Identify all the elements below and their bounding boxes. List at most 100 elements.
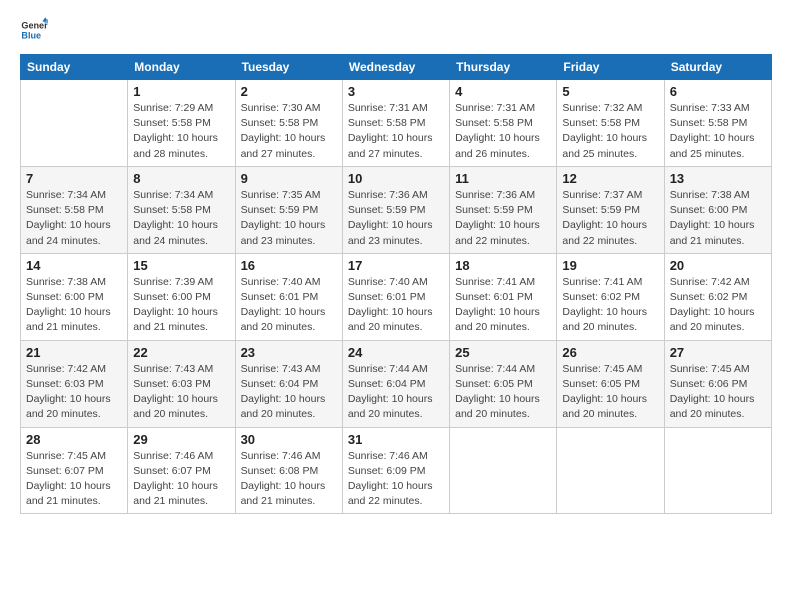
day-info: Sunrise: 7:41 AMSunset: 6:01 PMDaylight:…: [455, 275, 551, 336]
day-cell: 12 Sunrise: 7:37 AMSunset: 5:59 PMDayligh…: [557, 166, 664, 253]
day-number: 3: [348, 84, 444, 99]
day-number: 5: [562, 84, 658, 99]
day-info: Sunrise: 7:38 AMSunset: 6:00 PMDaylight:…: [670, 188, 766, 249]
weekday-header-row: SundayMondayTuesdayWednesdayThursdayFrid…: [21, 55, 772, 80]
day-info: Sunrise: 7:33 AMSunset: 5:58 PMDaylight:…: [670, 101, 766, 162]
day-number: 30: [241, 432, 337, 447]
day-number: 22: [133, 345, 229, 360]
day-number: 20: [670, 258, 766, 273]
weekday-header-thursday: Thursday: [450, 55, 557, 80]
weekday-header-tuesday: Tuesday: [235, 55, 342, 80]
day-cell: 31 Sunrise: 7:46 AMSunset: 6:09 PMDayligh…: [342, 427, 449, 514]
day-number: 26: [562, 345, 658, 360]
day-number: 31: [348, 432, 444, 447]
day-info: Sunrise: 7:46 AMSunset: 6:08 PMDaylight:…: [241, 449, 337, 510]
day-cell: 28 Sunrise: 7:45 AMSunset: 6:07 PMDayligh…: [21, 427, 128, 514]
day-info: Sunrise: 7:36 AMSunset: 5:59 PMDaylight:…: [348, 188, 444, 249]
weekday-header-monday: Monday: [128, 55, 235, 80]
week-row-3: 21 Sunrise: 7:42 AMSunset: 6:03 PMDayligh…: [21, 340, 772, 427]
calendar-table: SundayMondayTuesdayWednesdayThursdayFrid…: [20, 54, 772, 514]
day-cell: 14 Sunrise: 7:38 AMSunset: 6:00 PMDayligh…: [21, 253, 128, 340]
day-number: 13: [670, 171, 766, 186]
week-row-2: 14 Sunrise: 7:38 AMSunset: 6:00 PMDayligh…: [21, 253, 772, 340]
day-info: Sunrise: 7:40 AMSunset: 6:01 PMDaylight:…: [241, 275, 337, 336]
weekday-header-sunday: Sunday: [21, 55, 128, 80]
day-cell: 8 Sunrise: 7:34 AMSunset: 5:58 PMDaylight…: [128, 166, 235, 253]
logo: General Blue: [20, 16, 48, 44]
day-cell: [450, 427, 557, 514]
day-cell: 29 Sunrise: 7:46 AMSunset: 6:07 PMDayligh…: [128, 427, 235, 514]
day-number: 19: [562, 258, 658, 273]
weekday-header-friday: Friday: [557, 55, 664, 80]
day-number: 18: [455, 258, 551, 273]
day-info: Sunrise: 7:32 AMSunset: 5:58 PMDaylight:…: [562, 101, 658, 162]
day-number: 14: [26, 258, 122, 273]
day-info: Sunrise: 7:31 AMSunset: 5:58 PMDaylight:…: [348, 101, 444, 162]
day-cell: 21 Sunrise: 7:42 AMSunset: 6:03 PMDayligh…: [21, 340, 128, 427]
day-cell: 23 Sunrise: 7:43 AMSunset: 6:04 PMDayligh…: [235, 340, 342, 427]
day-cell: 16 Sunrise: 7:40 AMSunset: 6:01 PMDayligh…: [235, 253, 342, 340]
day-number: 4: [455, 84, 551, 99]
day-cell: 9 Sunrise: 7:35 AMSunset: 5:59 PMDaylight…: [235, 166, 342, 253]
day-cell: 19 Sunrise: 7:41 AMSunset: 6:02 PMDayligh…: [557, 253, 664, 340]
day-info: Sunrise: 7:37 AMSunset: 5:59 PMDaylight:…: [562, 188, 658, 249]
day-info: Sunrise: 7:42 AMSunset: 6:02 PMDaylight:…: [670, 275, 766, 336]
day-number: 12: [562, 171, 658, 186]
day-number: 6: [670, 84, 766, 99]
day-cell: 27 Sunrise: 7:45 AMSunset: 6:06 PMDayligh…: [664, 340, 771, 427]
day-info: Sunrise: 7:34 AMSunset: 5:58 PMDaylight:…: [26, 188, 122, 249]
day-number: 7: [26, 171, 122, 186]
day-cell: 1Sunrise: 7:29 AMSunset: 5:58 PMDaylight…: [128, 80, 235, 167]
day-cell: 5 Sunrise: 7:32 AMSunset: 5:58 PMDaylight…: [557, 80, 664, 167]
day-number: 9: [241, 171, 337, 186]
weekday-header-saturday: Saturday: [664, 55, 771, 80]
day-number: 10: [348, 171, 444, 186]
day-info: Sunrise: 7:43 AMSunset: 6:04 PMDaylight:…: [241, 362, 337, 423]
day-cell: 17Sunrise: 7:40 AMSunset: 6:01 PMDayligh…: [342, 253, 449, 340]
day-info: Sunrise: 7:43 AMSunset: 6:03 PMDaylight:…: [133, 362, 229, 423]
day-cell: 3 Sunrise: 7:31 AMSunset: 5:58 PMDaylight…: [342, 80, 449, 167]
day-number: 25: [455, 345, 551, 360]
day-cell: [664, 427, 771, 514]
day-cell: 2Sunrise: 7:30 AMSunset: 5:58 PMDaylight…: [235, 80, 342, 167]
day-info: Sunrise: 7:45 AMSunset: 6:06 PMDaylight:…: [670, 362, 766, 423]
day-number: 15: [133, 258, 229, 273]
day-number: 28: [26, 432, 122, 447]
day-cell: 18 Sunrise: 7:41 AMSunset: 6:01 PMDayligh…: [450, 253, 557, 340]
week-row-1: 7 Sunrise: 7:34 AMSunset: 5:58 PMDaylight…: [21, 166, 772, 253]
day-cell: 7 Sunrise: 7:34 AMSunset: 5:58 PMDaylight…: [21, 166, 128, 253]
day-number: 24: [348, 345, 444, 360]
day-info: Sunrise: 7:45 AMSunset: 6:05 PMDaylight:…: [562, 362, 658, 423]
day-info: Sunrise: 7:41 AMSunset: 6:02 PMDaylight:…: [562, 275, 658, 336]
day-info: Sunrise: 7:30 AMSunset: 5:58 PMDaylight:…: [241, 101, 337, 162]
day-number: 29: [133, 432, 229, 447]
day-info: Sunrise: 7:44 AMSunset: 6:05 PMDaylight:…: [455, 362, 551, 423]
day-cell: 10 Sunrise: 7:36 AMSunset: 5:59 PMDayligh…: [342, 166, 449, 253]
day-number: 16: [241, 258, 337, 273]
day-cell: 11Sunrise: 7:36 AMSunset: 5:59 PMDayligh…: [450, 166, 557, 253]
day-number: 8: [133, 171, 229, 186]
day-number: 23: [241, 345, 337, 360]
day-info: Sunrise: 7:45 AMSunset: 6:07 PMDaylight:…: [26, 449, 122, 510]
day-number: 27: [670, 345, 766, 360]
logo-icon: General Blue: [20, 16, 48, 44]
day-number: 21: [26, 345, 122, 360]
day-number: 11: [455, 171, 551, 186]
day-info: Sunrise: 7:46 AMSunset: 6:07 PMDaylight:…: [133, 449, 229, 510]
day-info: Sunrise: 7:39 AMSunset: 6:00 PMDaylight:…: [133, 275, 229, 336]
day-info: Sunrise: 7:42 AMSunset: 6:03 PMDaylight:…: [26, 362, 122, 423]
header: General Blue: [20, 16, 772, 44]
day-cell: [21, 80, 128, 167]
svg-text:Blue: Blue: [21, 30, 41, 40]
day-cell: 20 Sunrise: 7:42 AMSunset: 6:02 PMDayligh…: [664, 253, 771, 340]
day-info: Sunrise: 7:34 AMSunset: 5:58 PMDaylight:…: [133, 188, 229, 249]
day-cell: 6 Sunrise: 7:33 AMSunset: 5:58 PMDaylight…: [664, 80, 771, 167]
day-cell: 4Sunrise: 7:31 AMSunset: 5:58 PMDaylight…: [450, 80, 557, 167]
day-cell: 13 Sunrise: 7:38 AMSunset: 6:00 PMDayligh…: [664, 166, 771, 253]
day-info: Sunrise: 7:46 AMSunset: 6:09 PMDaylight:…: [348, 449, 444, 510]
day-info: Sunrise: 7:44 AMSunset: 6:04 PMDaylight:…: [348, 362, 444, 423]
day-info: Sunrise: 7:35 AMSunset: 5:59 PMDaylight:…: [241, 188, 337, 249]
week-row-0: 1Sunrise: 7:29 AMSunset: 5:58 PMDaylight…: [21, 80, 772, 167]
day-info: Sunrise: 7:40 AMSunset: 6:01 PMDaylight:…: [348, 275, 444, 336]
day-info: Sunrise: 7:38 AMSunset: 6:00 PMDaylight:…: [26, 275, 122, 336]
